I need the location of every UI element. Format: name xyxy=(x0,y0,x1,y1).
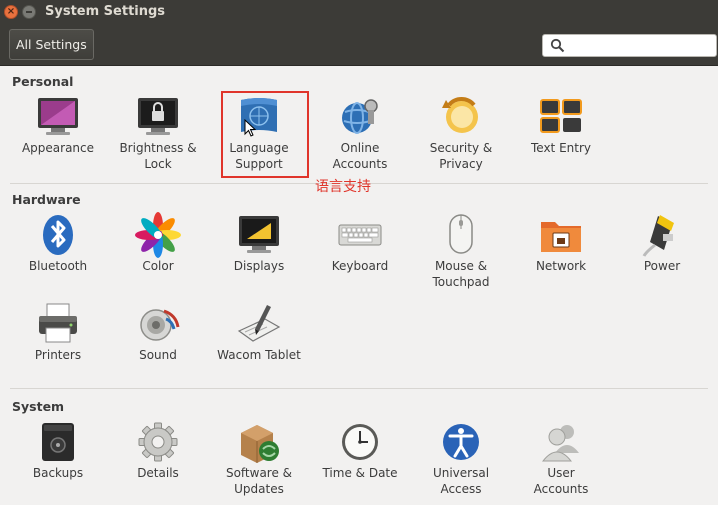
universal-access-icon xyxy=(437,419,485,465)
clock-icon xyxy=(336,419,384,465)
item-label: Color xyxy=(142,259,174,273)
item-label: Printers xyxy=(34,348,82,362)
sound-icon xyxy=(134,301,182,347)
item-label: Time & Date xyxy=(322,466,398,480)
item-label: Bluetooth xyxy=(28,259,88,273)
settings-item-mouse-touchpad[interactable]: Mouse & Touchpad xyxy=(413,212,509,289)
section-title-system: System xyxy=(12,399,65,414)
toolbar: All Settings xyxy=(0,24,718,66)
color-icon xyxy=(134,212,182,258)
item-label: User xyxy=(547,466,575,480)
item-label: Access xyxy=(440,481,482,496)
item-label: Power xyxy=(643,259,681,273)
item-label: Text Entry xyxy=(530,141,591,155)
brightness-lock-icon xyxy=(134,94,182,140)
item-label: Updates xyxy=(234,481,284,496)
settings-item-power[interactable]: Power xyxy=(614,212,710,275)
settings-item-bluetooth[interactable]: Bluetooth xyxy=(10,212,106,275)
item-label: Backups xyxy=(32,466,84,480)
search-icon xyxy=(550,38,565,53)
text-entry-icon xyxy=(537,94,585,140)
power-icon xyxy=(638,212,686,258)
search-box[interactable] xyxy=(542,34,717,57)
settings-item-color[interactable]: Color xyxy=(110,212,206,275)
backups-icon xyxy=(34,419,82,465)
item-label: Touchpad xyxy=(432,274,490,289)
section-title-personal: Personal xyxy=(12,74,74,89)
network-icon xyxy=(537,212,585,258)
item-label: Wacom Tablet xyxy=(217,348,301,362)
all-settings-button[interactable]: All Settings xyxy=(9,29,94,60)
settings-item-displays[interactable]: Displays xyxy=(211,212,307,275)
item-label: Sound xyxy=(139,348,177,362)
settings-item-software-updates[interactable]: Software & Updates xyxy=(211,419,307,496)
section-title-hardware: Hardware xyxy=(12,192,81,207)
item-label: Software & xyxy=(225,466,293,480)
item-label: Details xyxy=(137,466,179,480)
item-label: Keyboard xyxy=(331,259,389,273)
software-updates-icon xyxy=(235,419,283,465)
item-label: Lock xyxy=(144,156,172,171)
keyboard-icon xyxy=(336,212,384,258)
appearance-icon xyxy=(34,94,82,140)
settings-item-backups[interactable]: Backups xyxy=(10,419,106,482)
mouse-cursor-icon xyxy=(244,119,256,137)
highlight-box xyxy=(221,91,309,178)
search-input[interactable] xyxy=(569,37,709,54)
user-accounts-icon xyxy=(537,419,585,465)
online-accounts-icon xyxy=(336,94,384,140)
settings-item-time-date[interactable]: Time & Date xyxy=(312,419,408,482)
close-window-button[interactable]: × xyxy=(4,5,18,19)
title-bar: × System Settings xyxy=(0,0,718,24)
security-privacy-icon xyxy=(437,94,485,140)
window-title: System Settings xyxy=(45,4,166,19)
item-label: Displays xyxy=(233,259,285,273)
item-label: Appearance xyxy=(21,141,95,155)
item-label: Accounts xyxy=(332,156,388,171)
displays-icon xyxy=(235,212,283,258)
item-label: Accounts xyxy=(533,481,589,496)
annotation-text: 语言支持 xyxy=(315,179,371,195)
settings-item-universal-access[interactable]: Universal Access xyxy=(413,419,509,496)
bluetooth-icon xyxy=(34,212,82,258)
settings-item-security-privacy[interactable]: Security & Privacy xyxy=(413,94,509,171)
settings-item-appearance[interactable]: Appearance xyxy=(10,94,106,157)
item-label: Privacy xyxy=(439,156,483,171)
settings-item-user-accounts[interactable]: User Accounts xyxy=(513,419,609,496)
printer-icon xyxy=(34,301,82,347)
item-label: Security & xyxy=(429,141,493,155)
minimize-window-button[interactable] xyxy=(22,5,36,19)
mouse-icon xyxy=(437,212,485,258)
settings-item-keyboard[interactable]: Keyboard xyxy=(312,212,408,275)
item-label: Network xyxy=(535,259,587,273)
settings-item-wacom-tablet[interactable]: Wacom Tablet xyxy=(211,301,307,364)
item-label: Universal xyxy=(432,466,490,480)
section-divider xyxy=(10,388,708,389)
item-label: Online xyxy=(340,141,380,155)
settings-item-brightness-lock[interactable]: Brightness & Lock xyxy=(110,94,206,171)
details-gear-icon xyxy=(134,419,182,465)
settings-item-details[interactable]: Details xyxy=(110,419,206,482)
settings-item-sound[interactable]: Sound xyxy=(110,301,206,364)
item-label: Mouse & xyxy=(434,259,488,273)
settings-item-printers[interactable]: Printers xyxy=(10,301,106,364)
settings-item-online-accounts[interactable]: Online Accounts xyxy=(312,94,408,171)
settings-item-network[interactable]: Network xyxy=(513,212,609,275)
item-label: Brightness & xyxy=(119,141,197,155)
settings-item-text-entry[interactable]: Text Entry xyxy=(513,94,609,157)
wacom-tablet-icon xyxy=(235,301,283,347)
